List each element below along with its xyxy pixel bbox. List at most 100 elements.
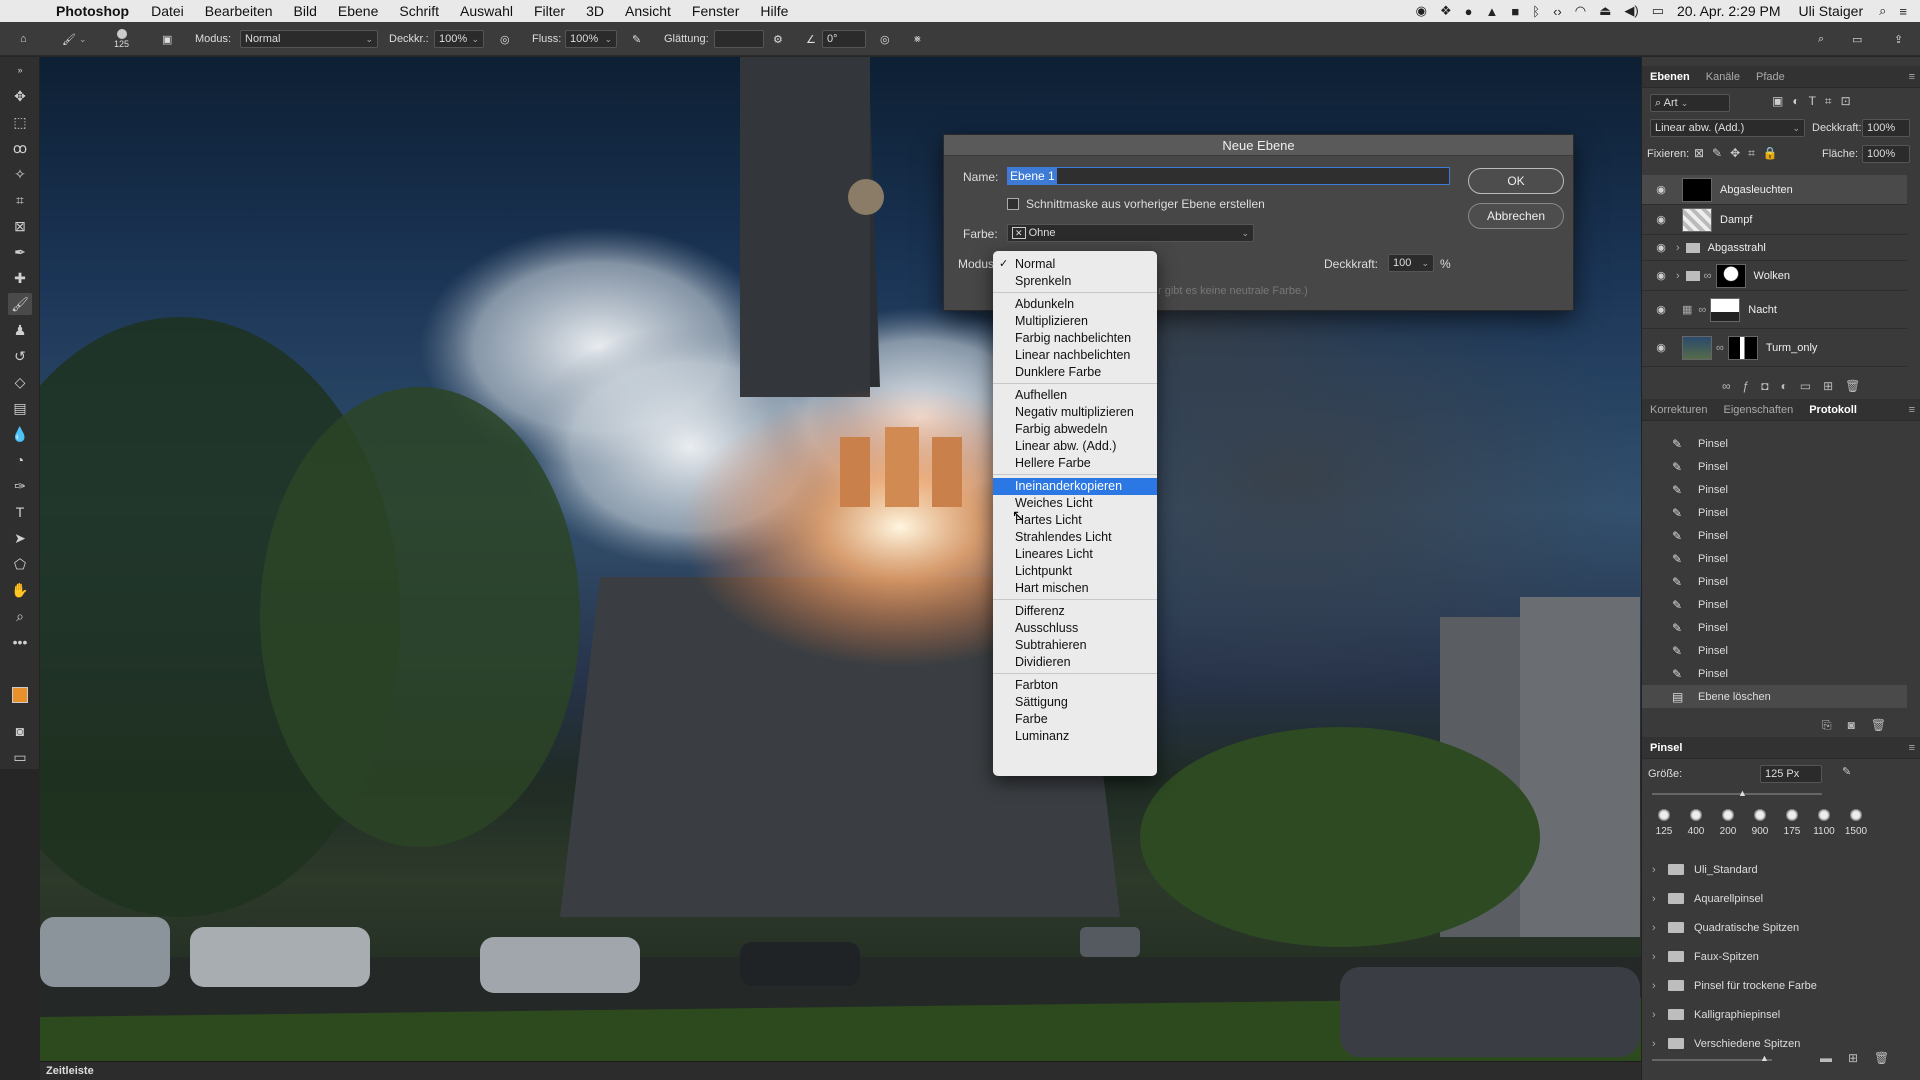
slider-handle-icon[interactable]: ▲ bbox=[1760, 1053, 1769, 1063]
workspace-icon[interactable]: ▭ bbox=[1852, 22, 1862, 56]
layer-row[interactable]: ◉ Dampf bbox=[1642, 205, 1907, 235]
layer-blend-select[interactable]: Linear abw. (Add.) ⌄ bbox=[1650, 119, 1805, 137]
history-item[interactable]: ✎ Pinsel bbox=[1642, 547, 1907, 570]
deckkr-field[interactable]: 100% ⌄ bbox=[434, 30, 484, 48]
brush-tool-icon[interactable]: 🖌 ⌄ bbox=[62, 22, 87, 56]
blend-mode-option[interactable]: Luminanz bbox=[993, 728, 1157, 745]
brush-size-slider[interactable] bbox=[1652, 793, 1822, 795]
menu-datei[interactable]: Datei bbox=[151, 3, 184, 19]
menu-bearbeiten[interactable]: Bearbeiten bbox=[205, 3, 273, 19]
modus-select[interactable]: Normal ⌄ bbox=[240, 30, 378, 48]
chevron-right-icon[interactable]: › bbox=[1652, 1009, 1664, 1021]
layer-row[interactable]: ◉ ∞ Turm_only bbox=[1642, 329, 1907, 367]
blend-mode-option[interactable]: Hellere Farbe bbox=[993, 455, 1157, 472]
menu-fenster[interactable]: Fenster bbox=[692, 3, 739, 19]
brush-preset-tip-icon[interactable] bbox=[1850, 809, 1862, 821]
notification-icon[interactable]: ▲ bbox=[1486, 4, 1499, 19]
layer-group-row[interactable]: ◉ › ∞ Wolken bbox=[1642, 261, 1907, 291]
spotlight-icon[interactable]: ⌕ bbox=[1879, 3, 1886, 19]
blend-mode-option[interactable]: Farbe bbox=[993, 711, 1157, 728]
volume-icon[interactable]: ◀) bbox=[1624, 3, 1638, 19]
history-item[interactable]: ✎ Pinsel bbox=[1642, 593, 1907, 616]
brush-preset-tip-icon[interactable] bbox=[1690, 809, 1702, 821]
brush-tool-icon[interactable]: 🖌 bbox=[8, 293, 32, 315]
panel-menu-icon[interactable]: ≡ bbox=[1909, 404, 1915, 416]
brush-preset-picker[interactable]: 125 bbox=[114, 22, 129, 56]
magic-wand-tool-icon[interactable]: ✧ bbox=[8, 163, 32, 185]
path-selection-tool-icon[interactable]: ➤ bbox=[8, 527, 32, 549]
history-item[interactable]: ✎ Pinsel bbox=[1642, 662, 1907, 685]
name-input[interactable]: Ebene 1 bbox=[1007, 167, 1450, 185]
tab-korrekturen[interactable]: Korrekturen bbox=[1642, 404, 1715, 416]
marquee-tool-icon[interactable]: ⬚ bbox=[8, 111, 32, 133]
home-icon[interactable]: ⌂ bbox=[20, 22, 27, 56]
tab-kanaele[interactable]: Kanäle bbox=[1698, 71, 1748, 83]
tab-ebenen[interactable]: Ebenen bbox=[1642, 71, 1698, 83]
clock[interactable]: 20. Apr. 2:29 PM bbox=[1677, 3, 1781, 19]
brush-preset-tip-icon[interactable] bbox=[1786, 809, 1798, 821]
brush-folder[interactable]: › Faux-Spitzen bbox=[1642, 942, 1907, 971]
quick-mask-icon[interactable]: ◙ bbox=[8, 720, 32, 742]
brush-folder[interactable]: › Uli_Standard bbox=[1642, 855, 1907, 884]
blend-mode-option[interactable]: Linear abw. (Add.) bbox=[993, 438, 1157, 455]
blend-mode-option[interactable]: Farbig nachbelichten bbox=[993, 330, 1157, 347]
opacity-field[interactable]: 100 ⌄ bbox=[1388, 254, 1434, 272]
layer-filter-select[interactable]: ⌕ Art ⌄ bbox=[1650, 94, 1730, 112]
history-item[interactable]: ✎ Pinsel bbox=[1642, 616, 1907, 639]
blend-mode-option[interactable]: Dunklere Farbe bbox=[993, 364, 1157, 381]
chevron-right-icon[interactable]: › bbox=[1652, 1038, 1664, 1050]
eject-icon[interactable]: ⏏ bbox=[1599, 3, 1611, 19]
tab-pfade[interactable]: Pfade bbox=[1748, 71, 1793, 83]
chevron-right-icon[interactable]: › bbox=[1652, 980, 1664, 992]
glaettung-field[interactable] bbox=[714, 30, 764, 48]
airbrush-icon[interactable]: ✎ bbox=[632, 22, 641, 56]
panel-menu-icon[interactable]: ≡ bbox=[1909, 71, 1915, 83]
menu-schrift[interactable]: Schrift bbox=[399, 3, 439, 19]
chevron-right-icon[interactable]: › bbox=[1652, 864, 1664, 876]
eraser-tool-icon[interactable]: ◇ bbox=[8, 371, 32, 393]
menu-bild[interactable]: Bild bbox=[294, 3, 317, 19]
layer-filter-icons[interactable]: ▣◐T⌗⊡ bbox=[1772, 94, 1860, 109]
tab-protokoll[interactable]: Protokoll bbox=[1801, 404, 1865, 416]
blend-mode-option[interactable]: Lichtpunkt bbox=[993, 563, 1157, 580]
eye-icon[interactable]: ◉ bbox=[1650, 241, 1672, 254]
layer-row[interactable]: ◉ Abgasleuchten bbox=[1642, 175, 1907, 205]
brush-preset-tip-icon[interactable] bbox=[1818, 809, 1830, 821]
blend-mode-option[interactable]: Lineares Licht bbox=[993, 546, 1157, 563]
share-icon[interactable]: ⇪ bbox=[1894, 22, 1903, 56]
blend-mode-option[interactable]: Multiplizieren bbox=[993, 313, 1157, 330]
brush-size-field[interactable]: 125 Px bbox=[1760, 765, 1822, 783]
brush-preset-tip-icon[interactable] bbox=[1754, 809, 1766, 821]
lock-icons[interactable]: ⊠✎✥⌗🔒 bbox=[1694, 146, 1786, 161]
eye-icon[interactable]: ◉ bbox=[1650, 269, 1672, 282]
fluss-field[interactable]: 100% ⌄ bbox=[565, 30, 617, 48]
blend-mode-option[interactable]: Strahlendes Licht bbox=[993, 529, 1157, 546]
shape-tool-icon[interactable]: ⬠ bbox=[8, 553, 32, 575]
history-item[interactable]: ✎ Pinsel bbox=[1642, 478, 1907, 501]
history-brush-tool-icon[interactable]: ↺ bbox=[8, 345, 32, 367]
blend-mode-option[interactable]: Differenz bbox=[993, 603, 1157, 620]
pressure-opacity-icon[interactable]: ◎ bbox=[500, 22, 510, 56]
bluetooth-icon[interactable]: ᛒ bbox=[1532, 4, 1540, 19]
brush-folder[interactable]: › Kalligraphiepinsel bbox=[1642, 1000, 1907, 1029]
ok-button[interactable]: OK bbox=[1468, 168, 1564, 194]
wifi-icon[interactable]: ◠ bbox=[1575, 3, 1586, 19]
blend-mode-option[interactable]: Negativ multiplizieren bbox=[993, 404, 1157, 421]
eyedropper-tool-icon[interactable]: ✒ bbox=[8, 241, 32, 263]
pressure-size-icon[interactable]: ◎ bbox=[880, 22, 890, 56]
blend-mode-option[interactable]: Sättigung bbox=[993, 694, 1157, 711]
chevron-right-icon[interactable]: › bbox=[1676, 242, 1680, 254]
hand-tool-icon[interactable]: ✋ bbox=[8, 579, 32, 601]
gradient-tool-icon[interactable]: ▤ bbox=[8, 397, 32, 419]
record-icon[interactable]: ◉ bbox=[1416, 3, 1427, 19]
layer-opacity-field[interactable]: 100% bbox=[1862, 119, 1910, 137]
notification-center-icon[interactable]: ≡ bbox=[1899, 4, 1907, 19]
menu-hilfe[interactable]: Hilfe bbox=[760, 3, 788, 19]
blend-mode-option[interactable]: Ineinanderkopieren bbox=[993, 478, 1157, 495]
history-item[interactable]: ✎ Pinsel bbox=[1642, 639, 1907, 662]
screen-mode-icon[interactable]: ▭ bbox=[8, 746, 32, 768]
eye-icon[interactable]: ◉ bbox=[1650, 213, 1672, 226]
brush-folder[interactable]: › Quadratische Spitzen bbox=[1642, 913, 1907, 942]
chevron-right-icon[interactable]: › bbox=[1652, 893, 1664, 905]
timeline-panel[interactable]: Zeitleiste bbox=[40, 1061, 1641, 1080]
